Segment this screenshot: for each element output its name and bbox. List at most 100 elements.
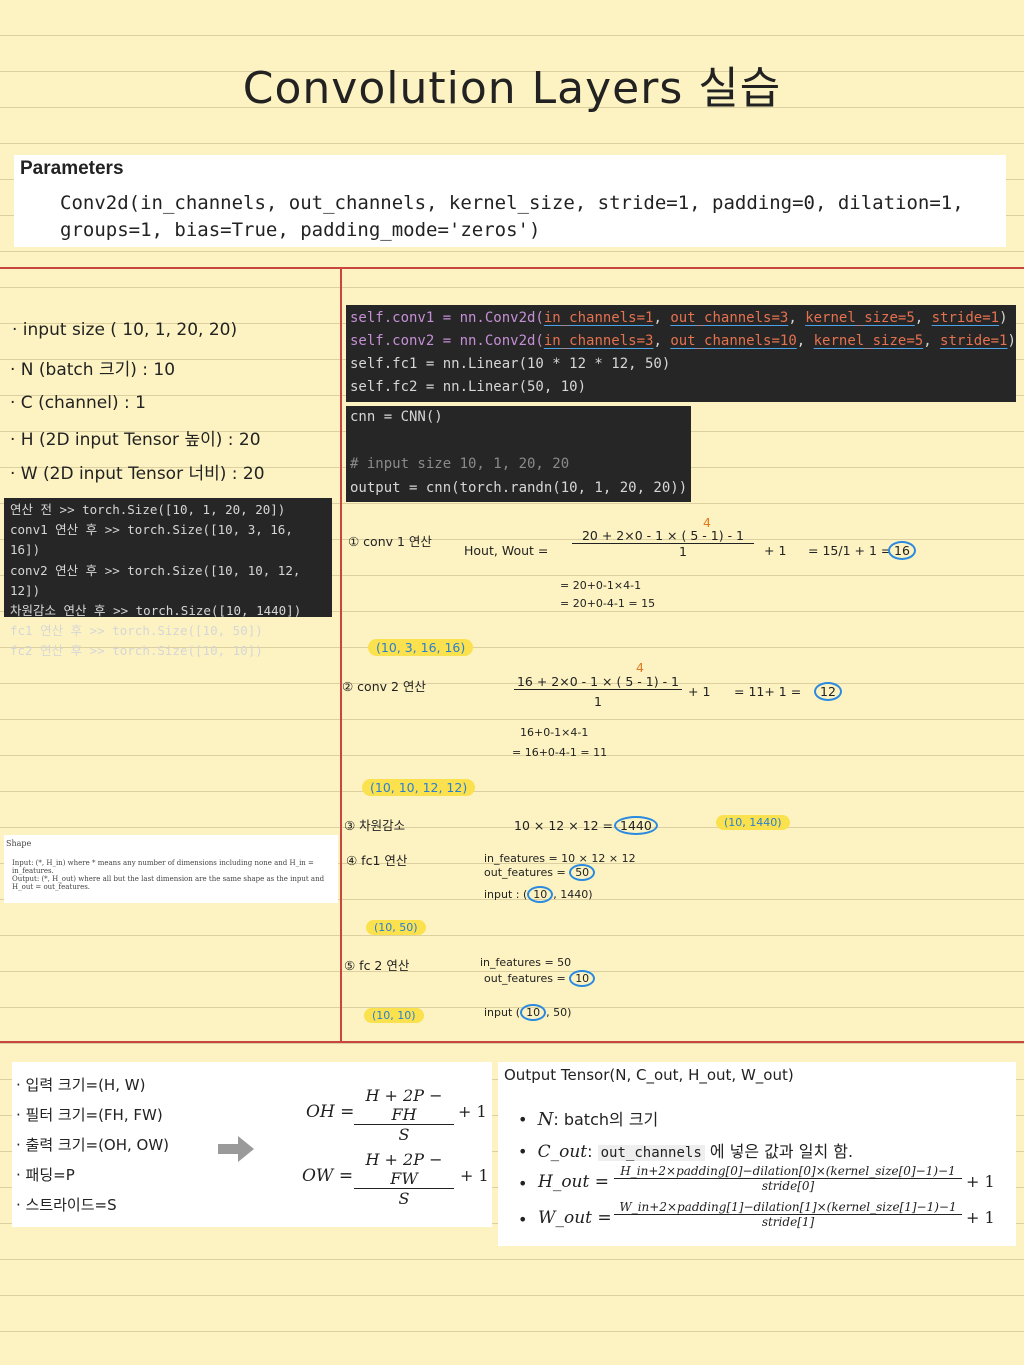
bullet-cout-text: 에 넣은 값과 일치 함. <box>709 1142 854 1161</box>
page-title: Convolution Layers 실습 <box>242 63 782 114</box>
step1-line3: = 20+0-4-1 = 15 <box>560 597 656 610</box>
step2-denominator: 1 <box>514 689 682 709</box>
code-line-conv2: self.conv2 = nn.Conv2d(in_channels=3, ou… <box>350 333 1016 349</box>
step5-in: in_features = 50 <box>480 956 572 969</box>
step1-denominator: 1 <box>572 543 754 559</box>
step2-numerator: 16 + 2×0 - 1 × ( 5 - 1) - 1 <box>516 674 680 689</box>
step3-result: 1440 <box>614 816 658 835</box>
model-code: self.conv1 = nn.Conv2d(in_channels=1, ou… <box>346 305 1016 402</box>
code-param: kernel_size=5 <box>805 310 915 326</box>
note-channel: · C (channel) : 1 <box>10 393 146 413</box>
oh-denominator: S <box>354 1124 454 1144</box>
step4-label: ④ fc1 연산 <box>346 853 408 868</box>
step2-line2: 16+0-1×4-1 <box>520 726 589 739</box>
step3-expr: 10 × 12 × 12 = <box>514 818 614 833</box>
code-out-channels: out_channels <box>597 1145 705 1161</box>
step1-line2: = 20+0-1×4-1 <box>560 579 642 592</box>
step4-out-value: 50 <box>569 864 596 881</box>
step4-input-tail: , 1440) <box>553 888 593 901</box>
bullet-wout: • W_out = W_in+2×padding[1]−dilation[1]×… <box>518 1200 995 1229</box>
hout-denominator: stride[0] <box>614 1178 962 1193</box>
hout-numerator: H_in+2×padding[0]−dilation[0]×(kernel_si… <box>620 1164 956 1178</box>
hout-fraction: H_in+2×padding[0]−dilation[0]×(kernel_si… <box>614 1164 962 1193</box>
code-param: in_channels=1 <box>543 310 654 326</box>
step5-label: ⑤ fc 2 연산 <box>344 958 410 973</box>
formula-panel-right: Output Tensor(N, C_out, H_out, W_out) • … <box>498 1062 1016 1246</box>
formula-panel-left: · 입력 크기=(H, W) · 필터 크기=(FH, FW) · 출력 크기=… <box>12 1062 492 1227</box>
step4-out: out_features = 50 <box>484 864 596 881</box>
step5-out: out_features = 10 <box>484 970 596 987</box>
def-input-size: · 입력 크기=(H, W) <box>16 1076 146 1094</box>
shape-output: Output: (*, H_out) where all but the las… <box>12 875 325 891</box>
def-padding: · 패딩=P <box>16 1166 75 1184</box>
log-line: 차원감소 연산 후 >> torch.Size([10, 1440]) <box>10 603 302 619</box>
step1-tail: + 1 <box>764 543 787 558</box>
step4-input-value: 10 <box>527 886 554 903</box>
step4-out-label: out_features = <box>484 866 566 879</box>
step2-tail: + 1 <box>688 684 711 699</box>
step2-shape: (10, 10, 12, 12) <box>362 779 476 796</box>
code-text: self.conv2 = nn.Conv2d( <box>350 333 544 349</box>
log-line: fc1 연산 후 >> torch.Size([10, 50]) <box>10 623 263 639</box>
code-comment: # input size 10, 1, 20, 20 <box>350 456 570 472</box>
bullet-n: • N: batch의 크기 <box>518 1109 659 1130</box>
def-filter-size: · 필터 크기=(FH, FW) <box>16 1106 163 1124</box>
step2-result: 12 <box>814 682 842 701</box>
code-line: output = cnn(torch.randn(10, 1, 20, 20)) <box>350 479 688 496</box>
step4-shape: (10, 50) <box>366 920 426 935</box>
log-line: fc2 연산 후 >> torch.Size([10, 10]) <box>10 643 263 659</box>
step2-fraction: 16 + 2×0 - 1 × ( 5 - 1) - 1 1 <box>514 674 682 709</box>
ow-denominator: S <box>354 1188 454 1208</box>
step5-input-label: input ( <box>484 1006 521 1019</box>
bullet-n-text: : batch의 크기 <box>553 1110 659 1129</box>
code-text: self.conv1 = nn.Conv2d( <box>350 310 544 326</box>
code-param: stride=1 <box>940 333 1008 349</box>
step4-input: input : (10, 1440) <box>484 886 593 903</box>
signature-line-1: Conv2d(in_channels, out_channels, kernel… <box>60 192 964 214</box>
wout-denominator: stride[1] <box>614 1214 962 1229</box>
step2-four: 4 <box>636 660 644 675</box>
step5-input: input (10, 50) <box>484 1004 571 1021</box>
oh-tail: + 1 <box>458 1102 487 1121</box>
shape-input: Input: (*, H_in) where * means any numbe… <box>12 859 314 875</box>
step5-shape: (10, 10) <box>364 1008 424 1023</box>
step4-in: in_features = 10 × 12 × 12 <box>484 852 636 865</box>
log-line: conv2 연산 후 >> torch.Size([10, 10, 12, 12… <box>10 562 301 598</box>
def-output-size: · 출력 크기=(OH, OW) <box>16 1136 170 1154</box>
wout-fraction: W_in+2×padding[1]−dilation[1]×(kernel_si… <box>614 1200 962 1229</box>
code-param: stride=1 <box>931 310 1000 326</box>
step1-numerator: 20 + 2×0 - 1 × ( 5 - 1) - 1 <box>581 528 745 543</box>
output-tensor-heading: Output Tensor(N, C_out, H_out, W_out) <box>504 1066 794 1084</box>
step1-label: ① conv 1 연산 <box>348 534 432 549</box>
step1-lhs: Hout, Wout = <box>464 543 549 558</box>
step4-input-label: input : ( <box>484 888 528 901</box>
code-param: in_channels=3 <box>543 333 654 349</box>
output-log: 연산 전 >> torch.Size([10, 1, 20, 20]) conv… <box>4 498 332 658</box>
code-line-fc2: self.fc2 = nn.Linear(50, 10) <box>350 379 587 395</box>
step2-eq: = 11+ 1 = <box>734 684 802 699</box>
top-margin-line <box>0 267 1024 269</box>
bullet-cout: • C_out: out_channels 에 넣은 값과 일치 함. <box>518 1142 854 1162</box>
code-param: out_channels=3 <box>670 310 789 326</box>
symbol-n: N <box>537 1109 554 1130</box>
symbol-cout: C_out <box>537 1142 588 1162</box>
arrow-icon <box>218 1136 254 1162</box>
parameters-heading: Parameters <box>20 158 124 179</box>
vertical-margin-line <box>340 267 342 1043</box>
log-line: conv1 연산 후 >> torch.Size([10, 3, 16, 16]… <box>10 522 293 558</box>
step1-eq: = 15/1 + 1 = <box>808 543 892 558</box>
wout-tail: + 1 <box>966 1208 995 1227</box>
ow-fraction: H + 2P − FW S <box>354 1150 454 1208</box>
code-line: cnn = CNN() <box>350 409 443 425</box>
wout-numerator: W_in+2×padding[1]−dilation[1]×(kernel_si… <box>619 1200 957 1214</box>
symbol-hout: H_out = <box>538 1172 609 1192</box>
code-param: out_channels=10 <box>670 333 797 349</box>
hout-tail: + 1 <box>966 1172 995 1191</box>
note-width: · W (2D input Tensor 너비) : 20 <box>10 464 265 484</box>
step5-out-label: out_features = <box>484 972 566 985</box>
ow-tail: + 1 <box>460 1166 489 1185</box>
note-input-size: · input size ( 10, 1, 20, 20) <box>12 320 238 340</box>
conv2d-signature: Conv2d(in_channels, out_channels, kernel… <box>60 190 964 244</box>
symbol-wout: W_out = <box>538 1208 612 1228</box>
